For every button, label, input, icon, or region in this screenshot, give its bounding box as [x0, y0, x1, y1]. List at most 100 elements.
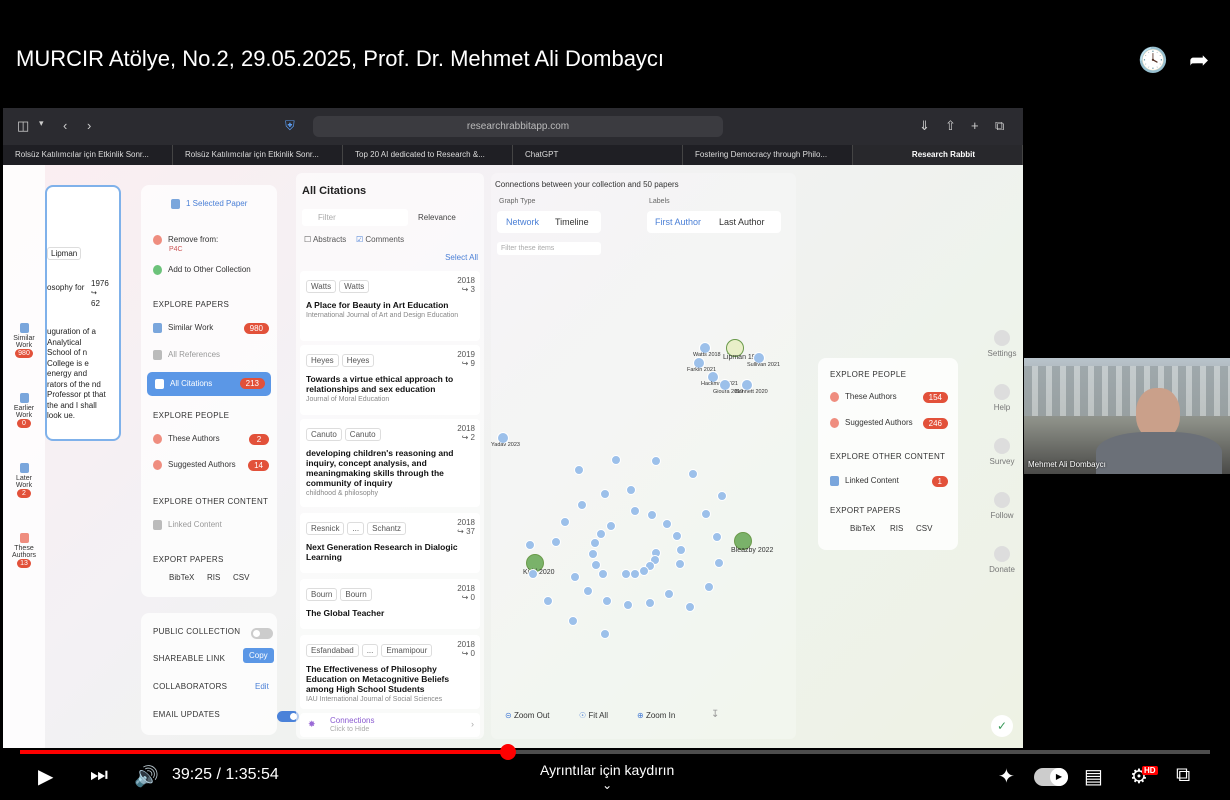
public-toggle[interactable] [251, 628, 273, 640]
graph-node[interactable] [601, 596, 612, 607]
browser-tab[interactable]: ChatGPT [513, 145, 683, 165]
author-chip[interactable]: Esfandabad [306, 644, 359, 657]
rp-csv[interactable]: CSV [916, 524, 932, 533]
share-icon[interactable]: ➦ [1184, 46, 1214, 76]
strip-earlier-work[interactable]: Earlier Work 0 [8, 393, 40, 428]
graph-node[interactable] [712, 532, 723, 543]
graph-node[interactable] [560, 516, 571, 527]
author-chip[interactable]: Watts [339, 280, 370, 293]
exit-fullscreen-icon[interactable]: ⧉ [1176, 764, 1190, 787]
back-icon[interactable]: ‹ [63, 118, 67, 133]
graph-node[interactable] [528, 569, 539, 580]
autoplay-toggle[interactable]: ▶ [1034, 768, 1068, 786]
sidebar-toggle-icon[interactable]: ◫ [17, 118, 29, 134]
citation-card[interactable]: Bourn Bourn 2018 ↪ 0 The Global Teacher [300, 579, 480, 629]
connections-toggle[interactable]: ✸ Connections Click to Hide › [300, 713, 480, 737]
author-chip[interactable]: Emamipour [381, 644, 433, 657]
graph-node[interactable] [704, 582, 715, 593]
video-title[interactable]: MURCIR Atölye, No.2, 29.05.2025, Prof. D… [16, 46, 664, 72]
author-chip[interactable]: Heyes [341, 354, 375, 367]
graph-node[interactable] [716, 491, 727, 502]
citation-card[interactable]: Canuto Canuto 2018 ↪ 2 developing children… [300, 419, 480, 507]
browser-tab[interactable]: Top 20 AI dedicated to Research &... [343, 145, 513, 165]
next-icon[interactable]: ⏭ [90, 764, 108, 787]
settings-button[interactable]: Settings [983, 330, 1021, 358]
shield-icon[interactable]: ⛨ [285, 118, 295, 134]
citation-card[interactable]: Resnick... Schantz 2018 ↪ 37 Next Generati… [300, 513, 480, 573]
help-button[interactable]: Help [983, 384, 1021, 412]
browser-tab[interactable]: Rolsüz Katılımcılar için Etkinlik Sonr..… [173, 145, 343, 165]
graph-node[interactable] [623, 600, 634, 611]
donate-button[interactable]: Donate [983, 546, 1021, 574]
graph-node[interactable] [573, 464, 584, 475]
copy-link-button[interactable]: Copy [243, 648, 274, 663]
graph-node[interactable] [700, 508, 711, 519]
rp-bibtex[interactable]: BibTeX [850, 524, 875, 533]
graph-node[interactable] [590, 559, 601, 570]
graph-node[interactable] [644, 597, 655, 608]
shield-check-icon[interactable]: ✓ [991, 715, 1013, 737]
author-chip[interactable]: Heyes [306, 354, 339, 367]
linked-content-button[interactable]: Linked Content [153, 520, 222, 530]
graph-node[interactable] [598, 569, 609, 580]
author-chip[interactable]: Bourn [340, 588, 372, 601]
chevron-down-icon[interactable]: ▾ [39, 118, 44, 129]
zoom-in-button[interactable]: ⊕ Zoom In [637, 711, 675, 720]
graph-node[interactable] [525, 540, 536, 551]
select-all[interactable]: Select All [445, 253, 478, 262]
citation-card[interactable]: Watts Watts 2018 ↪ 3 A Place for Beauty in… [300, 271, 480, 341]
graph-node[interactable] [685, 602, 696, 613]
strip-these-authors[interactable]: These Authors 13 [8, 533, 40, 568]
forward-icon[interactable]: › [87, 118, 91, 133]
graph-node[interactable] [674, 559, 685, 570]
graph-node[interactable] [600, 488, 611, 499]
graph-node[interactable] [713, 557, 724, 568]
citations-filter[interactable]: Filter [302, 209, 408, 226]
suggested-authors-button[interactable]: Suggested Authors 14 [153, 460, 269, 471]
sort-select[interactable]: Relevance [418, 213, 456, 222]
graph-node[interactable] [671, 530, 682, 541]
graph-node[interactable] [611, 454, 622, 465]
browser-tab[interactable]: Fostering Democracy through Philo... [683, 145, 853, 165]
graph-node[interactable] [647, 510, 658, 521]
follow-button[interactable]: Follow [983, 492, 1021, 520]
author-chip[interactable]: Watts [306, 280, 337, 293]
rp-ris[interactable]: RIS [890, 524, 903, 533]
author-chip[interactable]: Bourn [306, 588, 338, 601]
graph-node[interactable] [588, 549, 599, 560]
paper-detail-panel[interactable]: Lipman osophy for 1976 ↪ 62 uguration of… [45, 185, 121, 441]
sparkle-icon[interactable]: ✦ [998, 764, 1015, 789]
zoom-out-button[interactable]: ⊝ Zoom Out [505, 711, 550, 720]
similar-work-button[interactable]: Similar Work 980 [153, 323, 269, 334]
graph-node[interactable] [621, 568, 632, 579]
strip-similar-work[interactable]: Similar Work 980 [8, 323, 40, 358]
graph-node[interactable] [577, 499, 588, 510]
browser-tab-active[interactable]: Research Rabbit [853, 145, 1023, 165]
graph-node[interactable] [542, 595, 553, 606]
graph-canvas[interactable]: Lipman 1982 Watts 2018 Sullivan 2021 Farkin… [491, 173, 796, 693]
citation-card[interactable]: Heyes Heyes 2019 ↪ 9 Towards a virtue ethi… [300, 345, 480, 415]
fit-all-button[interactable]: ☉ Fit All [579, 711, 608, 720]
subtitles-icon[interactable]: ▤ [1084, 764, 1103, 789]
author-chip[interactable]: Canuto [306, 428, 342, 441]
author-chip[interactable]: Resnick [306, 522, 345, 535]
all-citations-button[interactable]: All Citations 213 [147, 372, 271, 396]
graph-node[interactable] [567, 616, 578, 627]
edit-collaborators[interactable]: Edit [255, 682, 269, 691]
abstracts-checkbox[interactable]: ☐ Abstracts [304, 235, 346, 244]
remove-from[interactable]: Remove from: [153, 235, 218, 245]
graph-node[interactable] [687, 468, 698, 479]
share-sheet-icon[interactable]: ⇧ [945, 118, 956, 134]
browser-tab[interactable]: Rolsüz Katılımcılar için Etkinlik Sonr..… [3, 145, 173, 165]
all-references-button[interactable]: All References [153, 350, 220, 360]
graph-node[interactable] [661, 518, 672, 529]
export-bibtex[interactable]: BibTeX [169, 573, 194, 582]
address-bar[interactable]: researchrabbitapp.com [313, 116, 723, 137]
export-csv[interactable]: CSV [233, 573, 249, 582]
graph-node[interactable] [599, 628, 610, 639]
these-authors-button[interactable]: These Authors 2 [153, 434, 269, 445]
new-tab-icon[interactable]: + [971, 118, 979, 133]
rp-suggested-authors[interactable]: Suggested Authors 246 [830, 418, 948, 429]
survey-button[interactable]: Survey [983, 438, 1021, 466]
download-icon[interactable]: ⇓ [919, 118, 930, 134]
